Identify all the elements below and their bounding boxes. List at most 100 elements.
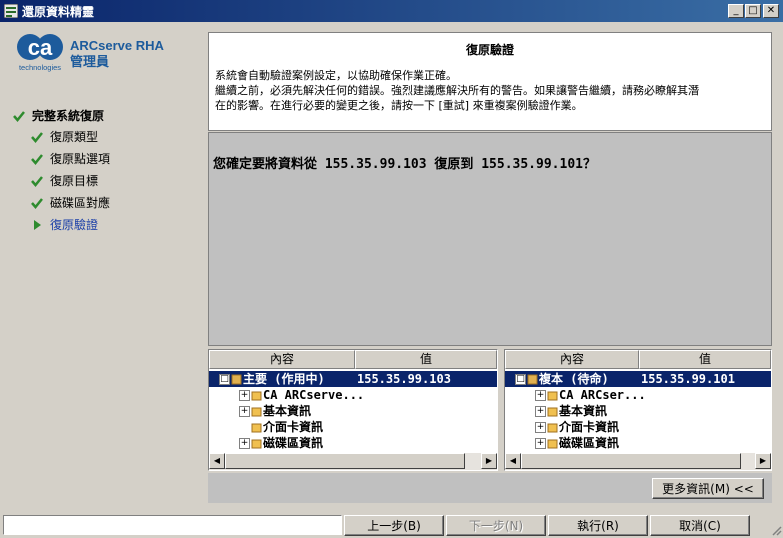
- app-icon: [4, 4, 18, 18]
- column-header-value[interactable]: 值: [355, 350, 497, 369]
- scroll-left-icon[interactable]: ◀: [209, 453, 225, 469]
- confirmation-question: 您確定要將資料從 155.35.99.103 復原到 155.35.99.101…: [213, 157, 596, 172]
- replica-properties-table[interactable]: 內容 值 □ 複本 (待命) 155.35.99.101 + CA ARCser..…: [504, 349, 772, 471]
- title-bar[interactable]: 還原資料精靈 _ □ ✕: [0, 0, 783, 22]
- description-line: 繼續之前，必須先解決任何的錯誤。強烈建議應解決所有的警告。如果讓警告繼續，請務必…: [215, 84, 699, 97]
- description-line: 系統會自動驗證案例設定，以協助確保作業正確。: [215, 69, 457, 82]
- resize-grip-icon[interactable]: [770, 524, 782, 536]
- column-header-content[interactable]: 內容: [505, 350, 639, 369]
- table-row[interactable]: + 基本資訊: [209, 403, 497, 419]
- step-full-system-recovery: 完整系統復原: [12, 107, 104, 125]
- row-label: 基本資訊: [559, 404, 608, 418]
- check-icon: [31, 131, 43, 143]
- ca-logo: ca technologies ca technologies: [14, 33, 66, 73]
- cancel-button[interactable]: 取消(C): [650, 515, 750, 536]
- table-row[interactable]: + 基本資訊: [505, 403, 771, 419]
- node-icon: [547, 407, 558, 417]
- server-icon: [231, 374, 242, 385]
- server-icon: [527, 374, 538, 385]
- table-row[interactable]: □ 複本 (待命) 155.35.99.101: [505, 371, 771, 387]
- column-header-value[interactable]: 值: [639, 350, 771, 369]
- row-label: 介面卡資訊: [263, 420, 324, 434]
- table-header: 內容 值: [505, 350, 771, 369]
- table-row[interactable]: + CA ARCser...: [505, 387, 771, 403]
- step-recovery-type: 復原類型: [30, 128, 98, 146]
- svg-text:technologies: technologies: [19, 63, 61, 72]
- scroll-right-icon[interactable]: ▶: [755, 453, 771, 469]
- node-icon: [547, 439, 558, 449]
- row-label: 介面卡資訊: [559, 420, 620, 434]
- step-recovery-point-options: 復原點選項: [30, 150, 110, 168]
- node-icon: [547, 423, 558, 433]
- row-label: 磁碟區資訊: [559, 436, 620, 450]
- expand-icon[interactable]: +: [239, 406, 250, 417]
- expand-icon[interactable]: +: [535, 390, 546, 401]
- expand-icon[interactable]: +: [535, 422, 546, 433]
- app-name: ARCserve RHA 管理員: [70, 38, 164, 70]
- scroll-thumb[interactable]: [225, 453, 465, 469]
- collapse-icon[interactable]: □: [219, 374, 230, 385]
- row-value: 155.35.99.103: [357, 372, 451, 386]
- arrow-right-icon: [34, 219, 41, 230]
- step-label: 復原驗證: [50, 218, 99, 232]
- minimize-button[interactable]: _: [728, 4, 744, 18]
- table-row[interactable]: + 介面卡資訊: [505, 419, 771, 435]
- step-label: 磁碟區對應: [50, 196, 111, 210]
- more-info-button[interactable]: 更多資訊(M) <<: [652, 478, 764, 499]
- row-value: 155.35.99.101: [641, 372, 735, 386]
- row-label: 主要 (作用中): [243, 372, 325, 386]
- expand-icon[interactable]: +: [239, 390, 250, 401]
- check-icon: [31, 175, 43, 187]
- scroll-thumb[interactable]: [521, 453, 741, 469]
- check-icon: [31, 197, 43, 209]
- check-icon: [13, 110, 25, 122]
- row-label: CA ARCserve...: [263, 388, 365, 402]
- step-recovery-target: 復原目標: [30, 172, 98, 190]
- verification-message-area: 您確定要將資料從 155.35.99.103 復原到 155.35.99.101…: [208, 132, 772, 346]
- svg-text:ca: ca: [28, 35, 53, 60]
- expand-icon[interactable]: +: [535, 406, 546, 417]
- run-button[interactable]: 執行(R): [548, 515, 648, 536]
- table-header: 內容 值: [209, 350, 497, 369]
- more-info-bar: 更多資訊(M) <<: [208, 473, 772, 503]
- row-label: 基本資訊: [263, 404, 312, 418]
- step-volume-mapping: 磁碟區對應: [30, 194, 110, 212]
- header-panel: 復原驗證 系統會自動驗證案例設定，以協助確保作業正確。 繼續之前，必須先解決任何…: [208, 32, 772, 131]
- row-label: 磁碟區資訊: [263, 436, 324, 450]
- collapse-icon[interactable]: □: [515, 374, 526, 385]
- window-title: 還原資料精靈: [22, 5, 95, 19]
- description-line: 在的影響。在進行必要的變更之後，請按一下 [重試] 來重複案例驗證作業。: [215, 99, 583, 112]
- master-properties-table[interactable]: 內容 值 □ 主要 (作用中) 155.35.99.103 + CA ARCserv…: [208, 349, 498, 471]
- row-label: 複本 (待命): [539, 372, 609, 386]
- table-row[interactable]: + 磁碟區資訊: [209, 435, 497, 451]
- ca-logo-icon: ca technologies: [17, 34, 63, 72]
- table-row[interactable]: + 磁碟區資訊: [505, 435, 771, 451]
- table-row[interactable]: + CA ARCserve...: [209, 387, 497, 403]
- scroll-left-icon[interactable]: ◀: [505, 453, 521, 469]
- expand-icon[interactable]: +: [239, 438, 250, 449]
- row-label: CA ARCser...: [559, 388, 646, 402]
- step-label: 完整系統復原: [32, 109, 105, 123]
- node-icon: [251, 423, 262, 433]
- horizontal-scrollbar[interactable]: ◀ ▶: [505, 453, 771, 470]
- step-label: 復原目標: [50, 174, 99, 188]
- next-button[interactable]: 下一步(N): [446, 515, 546, 536]
- table-row[interactable]: □ 主要 (作用中) 155.35.99.103: [209, 371, 497, 387]
- step-recovery-verification: 復原驗證: [30, 216, 98, 234]
- app-name-line2: 管理員: [70, 54, 110, 69]
- description: 系統會自動驗證案例設定，以協助確保作業正確。 繼續之前，必須先解決任何的錯誤。強…: [215, 68, 765, 113]
- close-button[interactable]: ✕: [763, 4, 779, 18]
- node-icon: [547, 391, 558, 401]
- app-name-line1: ARCserve RHA: [70, 38, 164, 53]
- expand-icon[interactable]: +: [535, 438, 546, 449]
- column-header-content[interactable]: 內容: [209, 350, 355, 369]
- table-row[interactable]: 介面卡資訊: [209, 419, 497, 435]
- maximize-button[interactable]: □: [745, 4, 761, 18]
- back-button[interactable]: 上一步(B): [344, 515, 444, 536]
- scroll-right-icon[interactable]: ▶: [481, 453, 497, 469]
- check-icon: [31, 153, 43, 165]
- node-icon: [251, 407, 262, 417]
- horizontal-scrollbar[interactable]: ◀ ▶: [209, 453, 497, 470]
- step-label: 復原點選項: [50, 152, 111, 166]
- status-field: [3, 515, 342, 535]
